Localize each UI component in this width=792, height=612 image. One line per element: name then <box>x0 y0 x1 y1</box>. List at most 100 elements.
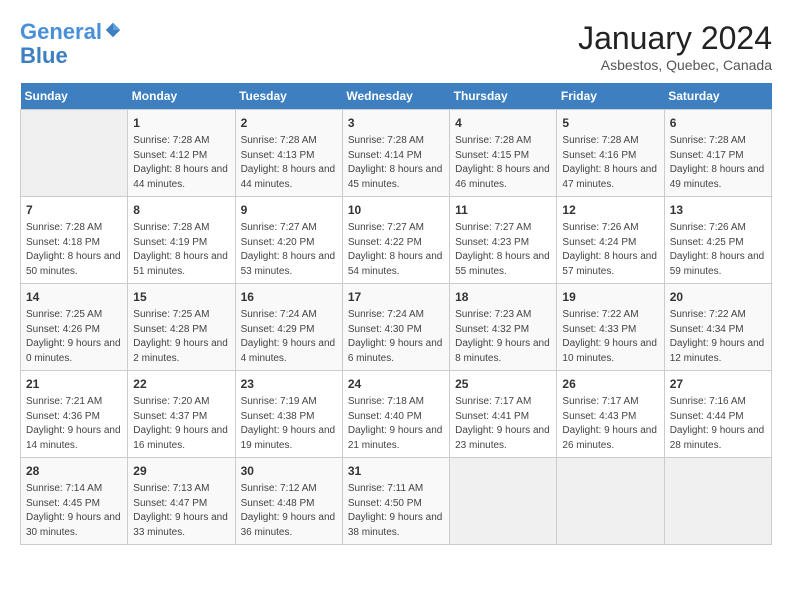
calendar-cell: 27 Sunrise: 7:16 AMSunset: 4:44 PMDayligh… <box>664 371 771 458</box>
calendar-cell: 17 Sunrise: 7:24 AMSunset: 4:30 PMDayligh… <box>342 284 449 371</box>
day-number: 18 <box>455 288 551 306</box>
day-number: 7 <box>26 201 122 219</box>
logo: General Blue <box>20 20 122 68</box>
calendar-cell: 9 Sunrise: 7:27 AMSunset: 4:20 PMDaylight… <box>235 197 342 284</box>
day-number: 13 <box>670 201 766 219</box>
day-number: 26 <box>562 375 658 393</box>
day-number: 25 <box>455 375 551 393</box>
location: Asbestos, Quebec, Canada <box>578 57 772 73</box>
cell-info: Sunrise: 7:21 AMSunset: 4:36 PMDaylight:… <box>26 395 122 453</box>
cell-info: Sunrise: 7:28 AMSunset: 4:14 PMDaylight:… <box>348 134 444 192</box>
day-number: 8 <box>133 201 229 219</box>
calendar-cell: 11Sunrise: 7:27 AMSunset: 4:23 PMDayligh… <box>450 197 557 284</box>
day-number: 29 <box>133 462 229 480</box>
cell-info: Sunrise: 7:26 AMSunset: 4:25 PMDaylight:… <box>670 221 766 279</box>
cell-info: Sunrise: 7:28 AMSunset: 4:12 PMDaylight:… <box>133 134 229 192</box>
calendar-cell: 19 Sunrise: 7:22 AMSunset: 4:33 PMDayligh… <box>557 284 664 371</box>
cell-info: Sunrise: 7:24 AMSunset: 4:30 PMDaylight:… <box>348 308 444 366</box>
calendar-cell: 7 Sunrise: 7:28 AMSunset: 4:18 PMDaylight… <box>21 197 128 284</box>
cell-info: Sunrise: 7:28 AMSunset: 4:19 PMDaylight:… <box>133 221 229 279</box>
day-number: 9 <box>241 201 337 219</box>
header-day-wednesday: Wednesday <box>342 83 449 110</box>
title-block: January 2024 Asbestos, Quebec, Canada <box>578 20 772 73</box>
day-number: 14 <box>26 288 122 306</box>
calendar-cell: 18 Sunrise: 7:23 AMSunset: 4:32 PMDayligh… <box>450 284 557 371</box>
cell-info: Sunrise: 7:20 AMSunset: 4:37 PMDaylight:… <box>133 395 229 453</box>
cell-info: Sunrise: 7:25 AMSunset: 4:26 PMDaylight:… <box>26 308 122 366</box>
calendar-cell: 24 Sunrise: 7:18 AMSunset: 4:40 PMDayligh… <box>342 371 449 458</box>
calendar-cell: 29 Sunrise: 7:13 AMSunset: 4:47 PMDayligh… <box>128 458 235 545</box>
calendar-cell: 15Sunrise: 7:25 AMSunset: 4:28 PMDayligh… <box>128 284 235 371</box>
day-number: 20 <box>670 288 766 306</box>
day-number: 6 <box>670 114 766 132</box>
calendar-week-row: 14 Sunrise: 7:25 AMSunset: 4:26 PMDayligh… <box>21 284 772 371</box>
calendar-cell <box>557 458 664 545</box>
header-day-tuesday: Tuesday <box>235 83 342 110</box>
cell-info: Sunrise: 7:16 AMSunset: 4:44 PMDaylight:… <box>670 395 766 453</box>
calendar-cell: 10 Sunrise: 7:27 AMSunset: 4:22 PMDayligh… <box>342 197 449 284</box>
cell-info: Sunrise: 7:28 AMSunset: 4:18 PMDaylight:… <box>26 221 122 279</box>
cell-info: Sunrise: 7:28 AMSunset: 4:16 PMDaylight:… <box>562 134 658 192</box>
cell-info: Sunrise: 7:17 AMSunset: 4:41 PMDaylight:… <box>455 395 551 453</box>
header-day-thursday: Thursday <box>450 83 557 110</box>
calendar-cell: 13 Sunrise: 7:26 AMSunset: 4:25 PMDayligh… <box>664 197 771 284</box>
calendar-cell: 22 Sunrise: 7:20 AMSunset: 4:37 PMDayligh… <box>128 371 235 458</box>
header-day-monday: Monday <box>128 83 235 110</box>
day-number: 21 <box>26 375 122 393</box>
cell-info: Sunrise: 7:12 AMSunset: 4:48 PMDaylight:… <box>241 482 337 540</box>
calendar-cell: 30 Sunrise: 7:12 AMSunset: 4:48 PMDayligh… <box>235 458 342 545</box>
calendar-cell: 14 Sunrise: 7:25 AMSunset: 4:26 PMDayligh… <box>21 284 128 371</box>
day-number: 28 <box>26 462 122 480</box>
header-day-saturday: Saturday <box>664 83 771 110</box>
day-number: 16 <box>241 288 337 306</box>
cell-info: Sunrise: 7:17 AMSunset: 4:43 PMDaylight:… <box>562 395 658 453</box>
calendar-cell: 3 Sunrise: 7:28 AMSunset: 4:14 PMDaylight… <box>342 110 449 197</box>
logo-icon <box>104 21 122 39</box>
day-number: 3 <box>348 114 444 132</box>
calendar-cell <box>664 458 771 545</box>
cell-info: Sunrise: 7:25 AMSunset: 4:28 PMDaylight:… <box>133 308 229 366</box>
day-number: 10 <box>348 201 444 219</box>
cell-info: Sunrise: 7:22 AMSunset: 4:33 PMDaylight:… <box>562 308 658 366</box>
calendar-cell: 23 Sunrise: 7:19 AMSunset: 4:38 PMDayligh… <box>235 371 342 458</box>
cell-info: Sunrise: 7:28 AMSunset: 4:15 PMDaylight:… <box>455 134 551 192</box>
calendar-cell: 20 Sunrise: 7:22 AMSunset: 4:34 PMDayligh… <box>664 284 771 371</box>
day-number: 24 <box>348 375 444 393</box>
cell-info: Sunrise: 7:19 AMSunset: 4:38 PMDaylight:… <box>241 395 337 453</box>
cell-info: Sunrise: 7:27 AMSunset: 4:23 PMDaylight:… <box>455 221 551 279</box>
day-number: 27 <box>670 375 766 393</box>
day-number: 4 <box>455 114 551 132</box>
calendar-cell: 1 Sunrise: 7:28 AMSunset: 4:12 PMDaylight… <box>128 110 235 197</box>
day-number: 2 <box>241 114 337 132</box>
cell-info: Sunrise: 7:27 AMSunset: 4:22 PMDaylight:… <box>348 221 444 279</box>
day-number: 31 <box>348 462 444 480</box>
calendar-cell: 26 Sunrise: 7:17 AMSunset: 4:43 PMDayligh… <box>557 371 664 458</box>
day-number: 19 <box>562 288 658 306</box>
cell-info: Sunrise: 7:26 AMSunset: 4:24 PMDaylight:… <box>562 221 658 279</box>
day-number: 30 <box>241 462 337 480</box>
cell-info: Sunrise: 7:23 AMSunset: 4:32 PMDaylight:… <box>455 308 551 366</box>
month-title: January 2024 <box>578 20 772 57</box>
day-number: 1 <box>133 114 229 132</box>
calendar-week-row: 1 Sunrise: 7:28 AMSunset: 4:12 PMDaylight… <box>21 110 772 197</box>
calendar-cell: 4 Sunrise: 7:28 AMSunset: 4:15 PMDaylight… <box>450 110 557 197</box>
logo-text: General <box>20 20 122 44</box>
calendar-week-row: 28 Sunrise: 7:14 AMSunset: 4:45 PMDayligh… <box>21 458 772 545</box>
logo-blue-text: Blue <box>20 44 122 68</box>
day-number: 23 <box>241 375 337 393</box>
calendar-cell: 16 Sunrise: 7:24 AMSunset: 4:29 PMDayligh… <box>235 284 342 371</box>
calendar-header-row: SundayMondayTuesdayWednesdayThursdayFrid… <box>21 83 772 110</box>
calendar-cell: 8 Sunrise: 7:28 AMSunset: 4:19 PMDaylight… <box>128 197 235 284</box>
cell-info: Sunrise: 7:27 AMSunset: 4:20 PMDaylight:… <box>241 221 337 279</box>
cell-info: Sunrise: 7:24 AMSunset: 4:29 PMDaylight:… <box>241 308 337 366</box>
cell-info: Sunrise: 7:11 AMSunset: 4:50 PMDaylight:… <box>348 482 444 540</box>
cell-info: Sunrise: 7:18 AMSunset: 4:40 PMDaylight:… <box>348 395 444 453</box>
day-number: 22 <box>133 375 229 393</box>
calendar-cell: 28 Sunrise: 7:14 AMSunset: 4:45 PMDayligh… <box>21 458 128 545</box>
cell-info: Sunrise: 7:14 AMSunset: 4:45 PMDaylight:… <box>26 482 122 540</box>
calendar-cell: 12Sunrise: 7:26 AMSunset: 4:24 PMDayligh… <box>557 197 664 284</box>
day-number: 17 <box>348 288 444 306</box>
cell-info: Sunrise: 7:13 AMSunset: 4:47 PMDaylight:… <box>133 482 229 540</box>
cell-info: Sunrise: 7:22 AMSunset: 4:34 PMDaylight:… <box>670 308 766 366</box>
cell-info: Sunrise: 7:28 AMSunset: 4:13 PMDaylight:… <box>241 134 337 192</box>
